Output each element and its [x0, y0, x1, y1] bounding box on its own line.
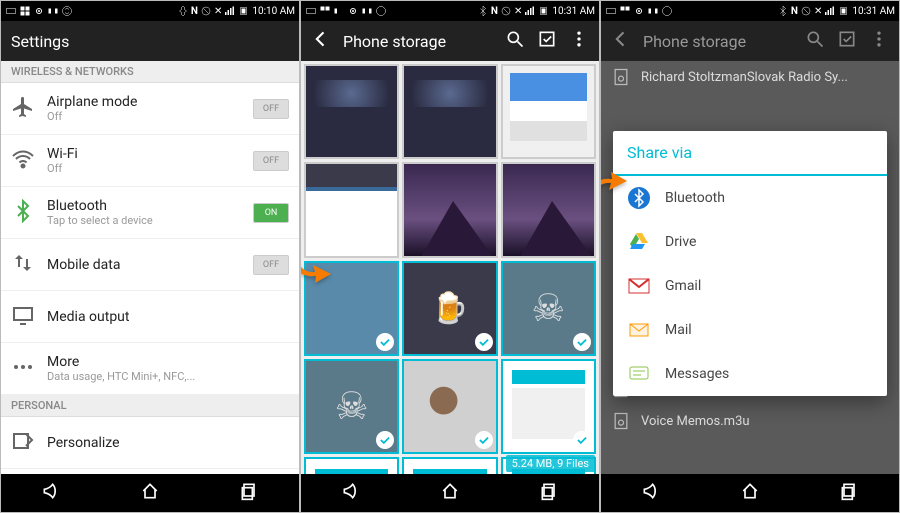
- nav-bar: [301, 474, 599, 512]
- thumb-6[interactable]: [501, 162, 596, 257]
- recent-button[interactable]: [239, 481, 259, 505]
- title-bar: Settings: [1, 21, 299, 61]
- select-icon[interactable]: [837, 29, 857, 53]
- thumb-9[interactable]: [501, 261, 596, 356]
- select-icon[interactable]: [537, 29, 557, 53]
- title-bar: Phone storage: [601, 21, 899, 61]
- nav-bar: [601, 474, 899, 512]
- row-personalize[interactable]: Personalize: [1, 417, 299, 469]
- share-dialog: Share via Bluetooth Drive Gmail Mail Mes…: [613, 131, 887, 396]
- status-bar: N ✕ 10:31 AM: [601, 1, 899, 21]
- time: 10:10 AM: [252, 6, 295, 17]
- settings-body: WIRELESS & NETWORKS Airplane modeOff OFF…: [1, 61, 299, 474]
- thumb-11[interactable]: [402, 359, 497, 454]
- thumb-12[interactable]: [501, 359, 596, 454]
- bluetooth-icon: [627, 186, 651, 210]
- thumb-14[interactable]: [402, 457, 497, 474]
- thumb-8[interactable]: [402, 261, 497, 356]
- back-button[interactable]: [41, 481, 61, 505]
- airplane-icon: [11, 95, 35, 123]
- file-1: Richard StoltzmanSlovak Radio Sy...: [601, 61, 899, 93]
- nav-bar: [1, 474, 299, 512]
- overflow-icon[interactable]: [569, 29, 589, 53]
- mail-icon: [627, 318, 651, 342]
- recent-button[interactable]: [539, 481, 559, 505]
- wifi-icon: [11, 147, 35, 175]
- messages-icon: [627, 362, 651, 386]
- back-icon[interactable]: [311, 29, 331, 53]
- share-bluetooth[interactable]: Bluetooth: [613, 176, 887, 220]
- dialog-title: Share via: [613, 131, 887, 176]
- phone-1-settings: N ✕ 10:10 AM Settings WIRELESS & NETWORK…: [0, 0, 300, 513]
- status-bar: N ✕ 10:31 AM: [301, 1, 599, 21]
- grid-body: [301, 61, 599, 474]
- toggle-wifi[interactable]: OFF: [253, 151, 289, 171]
- share-gmail[interactable]: Gmail: [613, 264, 887, 308]
- status-bar: N ✕ 10:10 AM: [1, 1, 299, 21]
- row-more[interactable]: MoreData usage, HTC Mini+, NFC,...: [1, 343, 299, 395]
- toggle-mobile[interactable]: OFF: [253, 255, 289, 275]
- page-title: Phone storage: [643, 32, 746, 51]
- thumb-10[interactable]: [304, 359, 399, 454]
- back-icon[interactable]: [611, 29, 631, 53]
- section-wireless: WIRELESS & NETWORKS: [1, 61, 299, 83]
- row-mobile-data[interactable]: Mobile data OFF: [1, 239, 299, 291]
- home-button[interactable]: [140, 481, 160, 505]
- thumb-2[interactable]: [402, 64, 497, 159]
- page-title: Settings: [11, 32, 69, 51]
- toggle-airplane[interactable]: OFF: [253, 99, 289, 119]
- back-button[interactable]: [341, 481, 361, 505]
- time: 10:31 AM: [552, 6, 595, 17]
- drive-icon: [627, 230, 651, 254]
- share-mail[interactable]: Mail: [613, 308, 887, 352]
- time: 10:31 AM: [852, 6, 895, 17]
- data-icon: [11, 251, 35, 279]
- title-bar: Phone storage: [301, 21, 599, 61]
- phone-2-storage: N ✕ 10:31 AM Phone storage: [300, 0, 600, 513]
- thumb-1[interactable]: [304, 64, 399, 159]
- row-media-output[interactable]: Media output: [1, 291, 299, 343]
- overflow-icon[interactable]: [869, 29, 889, 53]
- arrow-to-bluetooth: [600, 171, 629, 216]
- gmail-icon: [627, 274, 651, 298]
- thumb-13[interactable]: [304, 457, 399, 474]
- arrow-to-grid: [300, 239, 333, 284]
- share-drive[interactable]: Drive: [613, 220, 887, 264]
- thumb-5[interactable]: [402, 162, 497, 257]
- personalize-icon: [11, 429, 35, 457]
- row-airplane[interactable]: Airplane modeOff OFF: [1, 83, 299, 135]
- selection-count: 5.24 MB, 9 Files: [506, 455, 595, 472]
- row-bluetooth[interactable]: BluetoothTap to select a device ON: [1, 187, 299, 239]
- media-icon: [11, 303, 35, 331]
- phone-3-share: N ✕ 10:31 AM Phone storage Richard Stolt…: [600, 0, 900, 513]
- toggle-bluetooth[interactable]: ON: [253, 203, 289, 223]
- row-wifi[interactable]: Wi-FiOff OFF: [1, 135, 299, 187]
- recent-button[interactable]: [839, 481, 859, 505]
- thumb-3[interactable]: [501, 64, 596, 159]
- bluetooth-icon: [11, 199, 35, 227]
- share-messages[interactable]: Messages: [613, 352, 887, 396]
- page-title: Phone storage: [343, 32, 446, 51]
- file-3: Voice Memos.m3u: [601, 405, 899, 437]
- home-button[interactable]: [740, 481, 760, 505]
- search-icon[interactable]: [805, 29, 825, 53]
- home-button[interactable]: [440, 481, 460, 505]
- section-personal: PERSONAL: [1, 395, 299, 417]
- search-icon[interactable]: [505, 29, 525, 53]
- more-icon: [11, 355, 35, 383]
- back-button[interactable]: [641, 481, 661, 505]
